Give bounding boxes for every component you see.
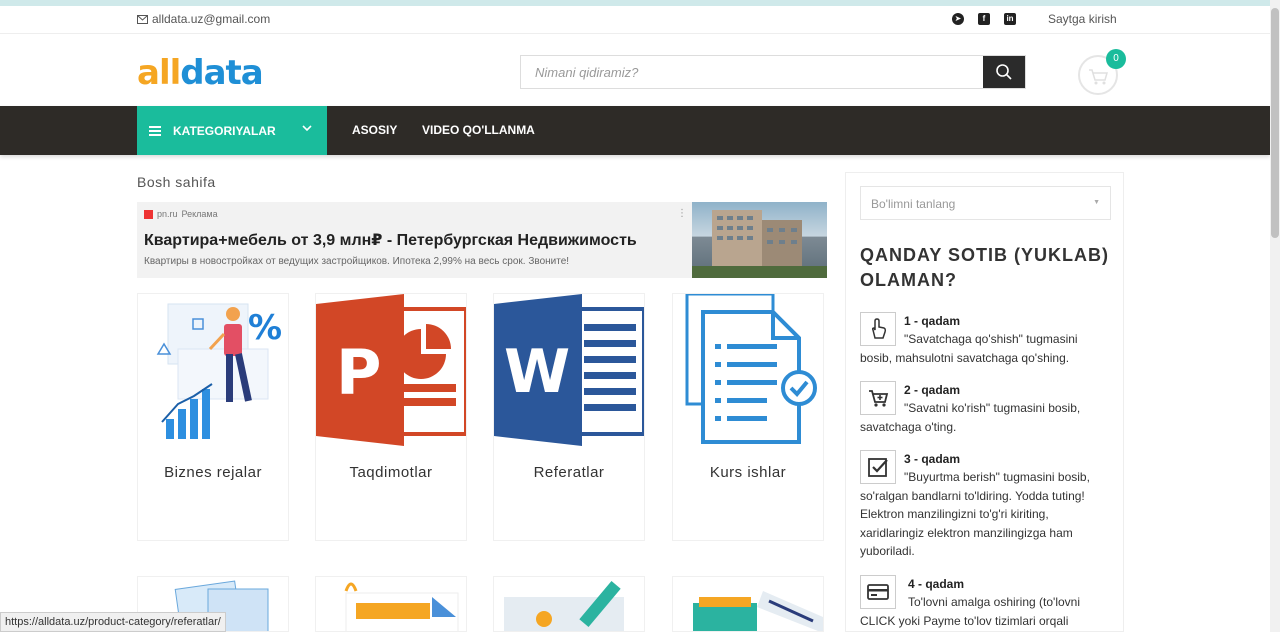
category-label: Biznes rejalar [164, 464, 262, 481]
social-links: ➤ f in [952, 13, 1016, 25]
folder-illustration [344, 582, 459, 631]
cart-add-icon [860, 381, 896, 415]
category-card-row2-3[interactable] [493, 576, 645, 632]
business-plan-illustration: % [156, 303, 282, 439]
hand-pointer-icon [860, 312, 896, 346]
breadcrumb[interactable]: Bosh sahifa [137, 174, 216, 190]
site-header: alldata Nimani qidiramiz? 0 [0, 35, 1270, 106]
login-link[interactable]: Saytga kirish [1048, 12, 1117, 26]
category-card-presentations[interactable]: P Taqdimotlar [315, 293, 467, 541]
category-card-business-plans[interactable]: % Biznes rejalar [137, 293, 289, 541]
certificate-illustration [504, 580, 624, 631]
powerpoint-icon: P [316, 294, 466, 446]
step-3: 3 - qadam "Buyurtma berish" tugmasini bo… [860, 450, 1090, 558]
ad-description: Квартиры в новостройках от ведущих застр… [144, 256, 570, 267]
category-card-coursework[interactable]: Kurs ishlar [672, 293, 824, 541]
facebook-icon[interactable]: f [978, 13, 990, 25]
svg-text:%: % [248, 308, 282, 348]
notebook-illustration [693, 591, 823, 631]
ad-source-logo [144, 209, 153, 219]
telegram-icon[interactable]: ➤ [952, 13, 964, 25]
nav-link-home[interactable]: ASOSIY [352, 123, 397, 137]
document-check-icon [685, 294, 817, 444]
section-select[interactable]: Bo'limni tanlang ▼ [860, 186, 1111, 220]
nav-link-video-guide[interactable]: VIDEO QO'LLANMA [422, 123, 535, 137]
category-label: Referatlar [533, 464, 605, 481]
ad-title[interactable]: Квартира+мебель от 3,9 млн₽ - Петербургс… [144, 230, 637, 250]
word-icon: W [494, 294, 644, 446]
step-4: 4 - qadam To'lovni amalga oshiring (to'l… [860, 575, 1081, 628]
main-nav: KATEGORIYALAR ASOSIY VIDEO QO'LLANMA [0, 106, 1270, 155]
step-2: 2 - qadam "Savatni ko'rish" tugmasini bo… [860, 381, 1081, 434]
ad-building-image[interactable] [692, 202, 827, 278]
cart-button[interactable]: 0 [1078, 49, 1126, 95]
chevron-down-icon [302, 125, 312, 132]
scrollbar-thumb[interactable] [1271, 8, 1279, 238]
checkbox-icon [860, 450, 896, 484]
credit-card-icon [860, 575, 896, 609]
ad-source: pn.ru Реклама [144, 209, 218, 219]
cart-count-badge: 0 [1106, 49, 1126, 69]
search-bar: Nimani qidiramiz? [520, 55, 1026, 89]
site-logo[interactable]: alldata [137, 53, 264, 93]
svg-text:W: W [504, 337, 570, 407]
email-text: alldata.uz@gmail.com [152, 12, 271, 26]
linkedin-icon[interactable]: in [1004, 13, 1016, 25]
advertisement-banner[interactable]: pn.ru Реклама Квартира+мебель от 3,9 млн₽… [137, 202, 827, 278]
how-to-buy-heading: QANDAY SOTIB (YUKLAB) OLAMAN? [860, 245, 1110, 290]
browser-status-bar: https://alldata.uz/product-category/refe… [0, 612, 226, 632]
dropdown-arrow-icon: ▼ [1093, 199, 1100, 206]
envelope-icon [137, 14, 148, 24]
step-1: 1 - qadam "Savatchaga qo'shish" tugmasin… [860, 312, 1078, 365]
category-card-essays[interactable]: W Referatlar [493, 293, 645, 541]
page-scrollbar[interactable] [1270, 0, 1280, 632]
search-icon [996, 64, 1012, 80]
hamburger-icon [149, 125, 161, 136]
search-input[interactable]: Nimani qidiramiz? [535, 65, 638, 80]
search-button[interactable] [983, 56, 1025, 88]
categories-label: KATEGORIYALAR [173, 123, 276, 138]
ad-options-icon[interactable]: ⋮ [677, 208, 687, 219]
category-card-row2-4[interactable] [672, 576, 824, 632]
categories-menu-button[interactable]: KATEGORIYALAR [137, 106, 327, 155]
top-bar: alldata.uz@gmail.com ➤ f in Saytga kiris… [0, 6, 1270, 34]
category-card-row2-2[interactable] [315, 576, 467, 632]
category-label: Taqdimotlar [349, 464, 433, 481]
category-label: Kurs ishlar [709, 464, 787, 481]
contact-email[interactable]: alldata.uz@gmail.com [137, 12, 270, 26]
svg-text:P: P [336, 336, 381, 409]
sidebar: Bo'limni tanlang ▼ QANDAY SOTIB (YUKLAB)… [845, 172, 1124, 632]
